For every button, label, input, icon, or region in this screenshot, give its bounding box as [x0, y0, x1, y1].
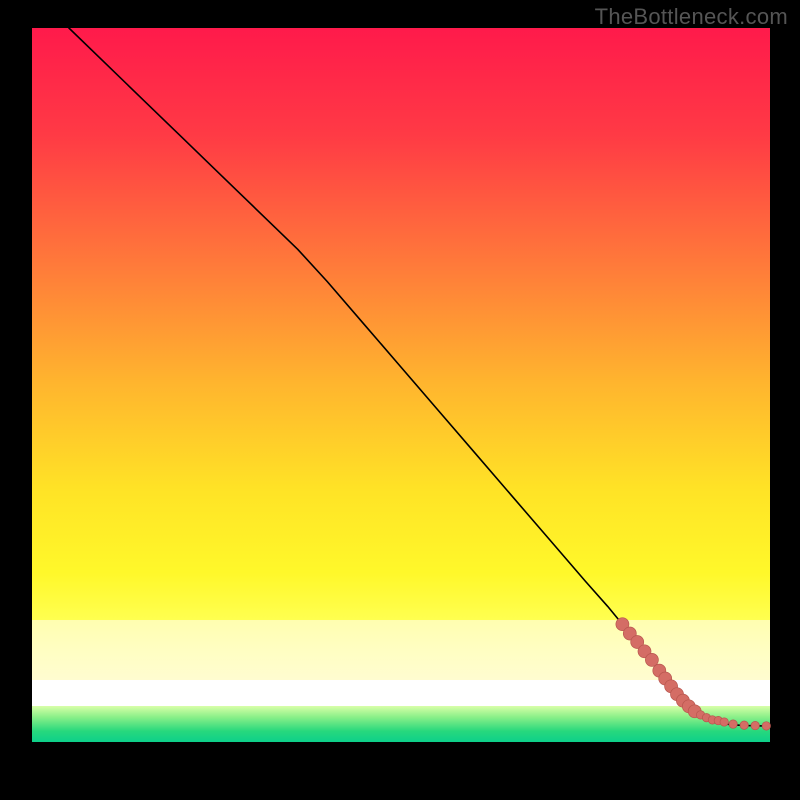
data-marker — [720, 718, 728, 726]
chart-background — [32, 28, 770, 768]
chart-stage: TheBottleneck.com — [0, 0, 800, 800]
data-marker — [751, 721, 759, 729]
gradient-white-gap — [32, 680, 770, 706]
bottom-black-strip — [32, 742, 770, 768]
chart-svg — [0, 0, 800, 800]
gradient-green-band — [32, 706, 770, 742]
gradient-red-yellow — [32, 28, 770, 620]
data-marker — [729, 720, 737, 728]
data-marker — [762, 722, 770, 730]
data-marker — [740, 721, 748, 729]
